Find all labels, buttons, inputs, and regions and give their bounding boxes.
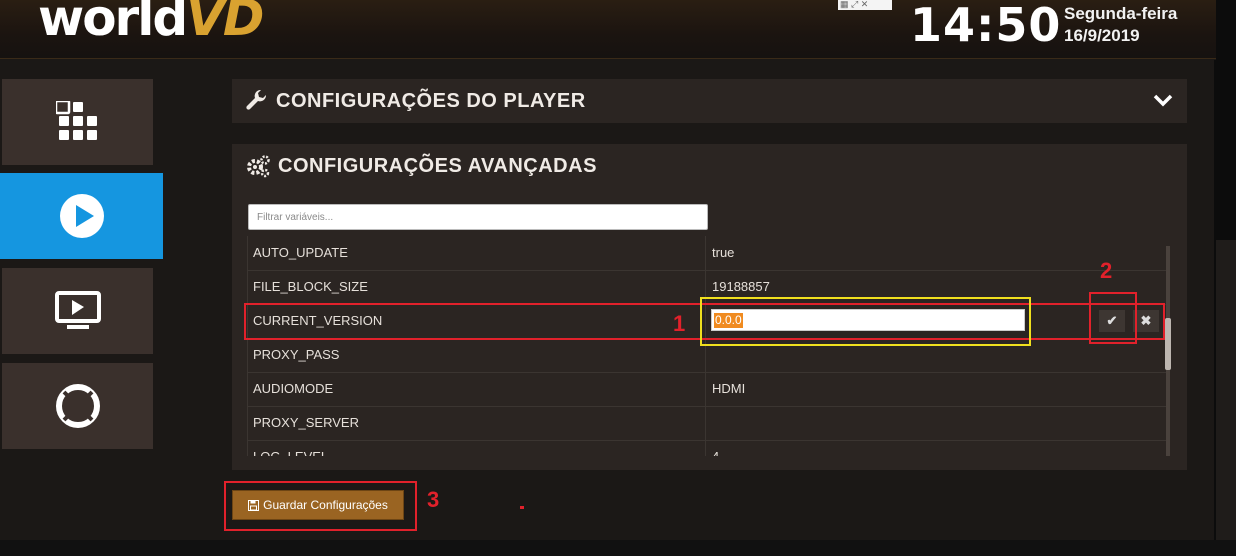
player-settings-header[interactable]: CONFIGURAÇÕES DO PLAYER bbox=[232, 79, 1187, 123]
annotation-number-3: 3 bbox=[427, 487, 440, 512]
right-divider bbox=[1214, 60, 1216, 540]
player-settings-title: CONFIGURAÇÕES DO PLAYER bbox=[276, 89, 586, 112]
chevron-down-icon[interactable] bbox=[1153, 93, 1173, 107]
annotation-input-highlight bbox=[700, 297, 1031, 346]
player-settings-panel[interactable]: CONFIGURAÇÕES DO PLAYER bbox=[232, 79, 1187, 123]
variable-key: FILE_BLOCK_SIZE bbox=[253, 279, 368, 294]
filter-variables-input[interactable] bbox=[248, 204, 708, 230]
variable-key: PROXY_SERVER bbox=[253, 415, 359, 430]
play-icon bbox=[59, 194, 104, 238]
top-header: worldVD ▦ ⤢ ✕ 14:50 Segunda-feira 16/9/2… bbox=[0, 0, 1216, 59]
wrench-icon bbox=[246, 90, 267, 110]
ad-choices-icon[interactable]: ▦ ⤢ ✕ bbox=[838, 0, 892, 10]
weekday-label: Segunda-feira bbox=[1064, 4, 1178, 23]
table-row[interactable]: AUDIOMODE HDMI bbox=[247, 372, 1167, 407]
sidebar-item-support[interactable] bbox=[2, 363, 153, 449]
table-row[interactable]: AUTO_UPDATE true bbox=[247, 236, 1167, 271]
advanced-settings-title: CONFIGURAÇÕES AVANÇADAS bbox=[278, 154, 597, 177]
table-row[interactable]: LOG_LEVEL 4 bbox=[247, 440, 1167, 456]
grid-icon bbox=[55, 101, 97, 140]
sidebar-item-tv[interactable] bbox=[2, 268, 153, 354]
annotation-save-highlight bbox=[224, 481, 417, 531]
variable-value: 4 bbox=[712, 449, 719, 456]
tv-icon bbox=[54, 291, 101, 329]
gears-icon bbox=[247, 155, 270, 178]
variable-key: AUDIOMODE bbox=[253, 381, 334, 396]
worldvd-logo: worldVD bbox=[38, 0, 264, 47]
sidebar-item-apps[interactable] bbox=[2, 79, 153, 165]
variable-value: true bbox=[712, 245, 735, 260]
variables-table: AUTO_UPDATE true FILE_BLOCK_SIZE 1918885… bbox=[247, 236, 1167, 456]
annotation-number-1: 1 bbox=[673, 311, 686, 336]
variable-key: LOG_LEVEL bbox=[253, 449, 328, 456]
bottom-edge bbox=[0, 540, 1236, 556]
right-edge bbox=[1216, 0, 1236, 240]
annotation-confirm-highlight bbox=[1089, 292, 1137, 344]
variable-value: 19188857 bbox=[712, 279, 770, 294]
table-scrollbar-thumb[interactable] bbox=[1165, 318, 1171, 370]
clock-time: 14:50 bbox=[910, 0, 1062, 52]
sidebar-item-player[interactable] bbox=[0, 173, 163, 259]
advanced-settings-header[interactable]: CONFIGURAÇÕES AVANÇADAS bbox=[232, 144, 1187, 188]
variable-value: HDMI bbox=[712, 381, 746, 396]
lifebuoy-icon bbox=[55, 384, 100, 428]
variable-key: AUTO_UPDATE bbox=[253, 245, 348, 260]
table-row[interactable]: PROXY_SERVER bbox=[247, 406, 1167, 441]
annotation-dot bbox=[520, 506, 524, 509]
right-edge-lower bbox=[1216, 240, 1236, 556]
annotation-number-2: 2 bbox=[1100, 258, 1113, 283]
date-display: Segunda-feira 16/9/2019 bbox=[1064, 3, 1177, 47]
date-label: 16/9/2019 bbox=[1064, 26, 1140, 45]
variable-key: PROXY_PASS bbox=[253, 347, 340, 362]
